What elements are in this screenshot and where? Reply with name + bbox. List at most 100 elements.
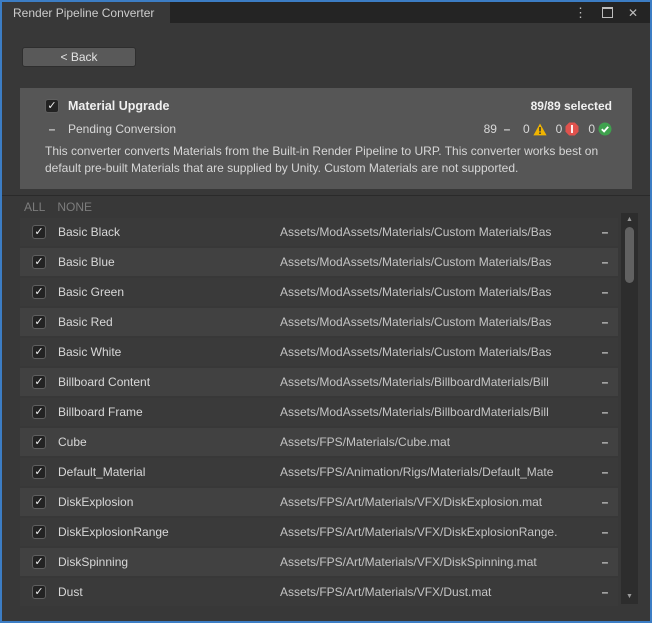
- list-scrollbar[interactable]: ▲ ▼: [621, 213, 638, 604]
- tab-label: Render Pipeline Converter: [13, 6, 154, 20]
- row-status-dash-icon: –: [592, 255, 618, 269]
- material-name: Basic Green: [58, 285, 280, 299]
- window-controls: ⋮ ✕: [574, 2, 650, 23]
- material-path: Assets/FPS/Materials/Cube.mat: [280, 435, 592, 449]
- row-status-dash-icon: –: [592, 435, 618, 449]
- check-icon: ✓: [34, 227, 43, 238]
- table-row[interactable]: ✓ Basic White Assets/ModAssets/Materials…: [20, 338, 618, 366]
- material-path: Assets/FPS/Animation/Rigs/Materials/Defa…: [280, 465, 592, 479]
- row-status-dash-icon: –: [592, 495, 618, 509]
- material-path: Assets/FPS/Art/Materials/VFX/Dust.mat: [280, 585, 592, 599]
- material-path: Assets/FPS/Art/Materials/VFX/DiskSpinnin…: [280, 555, 592, 569]
- material-name: Basic Blue: [58, 255, 280, 269]
- scrollbar-thumb[interactable]: [625, 227, 634, 283]
- row-status-dash-icon: –: [592, 555, 618, 569]
- check-icon: ✓: [34, 257, 43, 268]
- check-icon: ✓: [34, 347, 43, 358]
- row-checkbox[interactable]: ✓: [32, 345, 46, 359]
- material-name: DiskSpinning: [58, 555, 280, 569]
- row-checkbox[interactable]: ✓: [32, 435, 46, 449]
- table-row[interactable]: ✓ Basic Green Assets/ModAssets/Materials…: [20, 278, 618, 306]
- material-path: Assets/ModAssets/Materials/Custom Materi…: [280, 255, 592, 269]
- row-checkbox[interactable]: ✓: [32, 465, 46, 479]
- back-button[interactable]: < Back: [22, 47, 136, 67]
- warning-icon: [533, 123, 547, 136]
- close-icon[interactable]: ✕: [628, 7, 638, 19]
- check-icon: ✓: [34, 287, 43, 298]
- table-row[interactable]: ✓ DiskExplosion Assets/FPS/Art/Materials…: [20, 488, 618, 516]
- material-path: Assets/ModAssets/Materials/BillboardMate…: [280, 375, 592, 389]
- success-count: 0: [588, 122, 595, 136]
- select-none-link[interactable]: NONE: [57, 200, 92, 214]
- error-count: 0: [556, 122, 563, 136]
- row-status-dash-icon: –: [592, 225, 618, 239]
- row-status-dash-icon: –: [592, 375, 618, 389]
- check-icon: ✓: [34, 467, 43, 478]
- error-count-group: 0: [556, 122, 580, 136]
- table-row[interactable]: ✓ Basic Black Assets/ModAssets/Materials…: [20, 218, 618, 246]
- scroll-up-icon[interactable]: ▲: [621, 215, 638, 225]
- material-name: DiskExplosion: [58, 495, 280, 509]
- row-checkbox[interactable]: ✓: [32, 225, 46, 239]
- check-icon: ✓: [34, 437, 43, 448]
- material-name: DiskExplosionRange: [58, 525, 280, 539]
- check-icon: ✓: [47, 101, 56, 112]
- table-row[interactable]: ✓ DiskSpinning Assets/FPS/Art/Materials/…: [20, 548, 618, 576]
- collapse-minus-icon[interactable]: –: [45, 122, 59, 136]
- converter-description: This converter converts Materials from t…: [45, 143, 612, 177]
- selection-links: ALL NONE: [2, 195, 650, 216]
- maximize-icon[interactable]: [602, 7, 613, 18]
- table-row[interactable]: ✓ Cube Assets/FPS/Materials/Cube.mat –: [20, 428, 618, 456]
- check-icon: ✓: [34, 377, 43, 388]
- row-checkbox[interactable]: ✓: [32, 555, 46, 569]
- pending-count-group: 89 –: [484, 122, 514, 136]
- converter-checkbox[interactable]: ✓: [45, 99, 59, 113]
- render-pipeline-converter-window: Render Pipeline Converter ⋮ ✕ < Back ✓ M…: [0, 0, 652, 623]
- pending-conversion-row: – Pending Conversion 89 – 0 0: [45, 122, 612, 136]
- row-status-dash-icon: –: [592, 525, 618, 539]
- select-all-link[interactable]: ALL: [24, 200, 45, 214]
- selected-count: 89/89 selected: [531, 99, 612, 113]
- converter-title-row: ✓ Material Upgrade 89/89 selected: [45, 99, 612, 113]
- error-icon: [565, 122, 579, 136]
- scroll-down-icon[interactable]: ▼: [621, 592, 638, 602]
- material-name: Default_Material: [58, 465, 280, 479]
- table-row[interactable]: ✓ Default_Material Assets/FPS/Animation/…: [20, 458, 618, 486]
- row-checkbox[interactable]: ✓: [32, 285, 46, 299]
- table-row[interactable]: ✓ Billboard Content Assets/ModAssets/Mat…: [20, 368, 618, 396]
- check-icon: ✓: [34, 317, 43, 328]
- row-status-dash-icon: –: [592, 285, 618, 299]
- check-icon: ✓: [34, 497, 43, 508]
- titlebar: Render Pipeline Converter ⋮ ✕: [2, 2, 650, 23]
- material-name: Basic White: [58, 345, 280, 359]
- row-checkbox[interactable]: ✓: [32, 585, 46, 599]
- kebab-menu-icon[interactable]: ⋮: [574, 6, 587, 19]
- row-checkbox[interactable]: ✓: [32, 255, 46, 269]
- check-icon: ✓: [34, 527, 43, 538]
- row-checkbox[interactable]: ✓: [32, 405, 46, 419]
- table-row[interactable]: ✓ DiskExplosionRange Assets/FPS/Art/Mate…: [20, 518, 618, 546]
- row-status-dash-icon: –: [592, 405, 618, 419]
- table-row[interactable]: ✓ Dust Assets/FPS/Art/Materials/VFX/Dust…: [20, 578, 618, 606]
- warning-count-group: 0: [523, 122, 547, 136]
- material-path: Assets/ModAssets/Materials/BillboardMate…: [280, 405, 592, 419]
- material-name: Dust: [58, 585, 280, 599]
- material-path: Assets/FPS/Art/Materials/VFX/DiskExplosi…: [280, 495, 592, 509]
- warning-count: 0: [523, 122, 530, 136]
- material-path: Assets/ModAssets/Materials/Custom Materi…: [280, 285, 592, 299]
- table-row[interactable]: ✓ Basic Red Assets/ModAssets/Materials/C…: [20, 308, 618, 336]
- row-status-dash-icon: –: [592, 585, 618, 599]
- converter-panel[interactable]: ✓ Material Upgrade 89/89 selected – Pend…: [20, 88, 632, 189]
- row-checkbox[interactable]: ✓: [32, 315, 46, 329]
- pending-label: Pending Conversion: [68, 122, 176, 136]
- check-icon: ✓: [34, 407, 43, 418]
- row-checkbox[interactable]: ✓: [32, 495, 46, 509]
- material-name: Billboard Content: [58, 375, 280, 389]
- row-checkbox[interactable]: ✓: [32, 375, 46, 389]
- table-row[interactable]: ✓ Billboard Frame Assets/ModAssets/Mater…: [20, 398, 618, 426]
- table-row[interactable]: ✓ Basic Blue Assets/ModAssets/Materials/…: [20, 248, 618, 276]
- tab-render-pipeline-converter[interactable]: Render Pipeline Converter: [2, 2, 170, 23]
- converter-title: Material Upgrade: [68, 99, 169, 113]
- pending-count: 89: [484, 122, 497, 136]
- row-checkbox[interactable]: ✓: [32, 525, 46, 539]
